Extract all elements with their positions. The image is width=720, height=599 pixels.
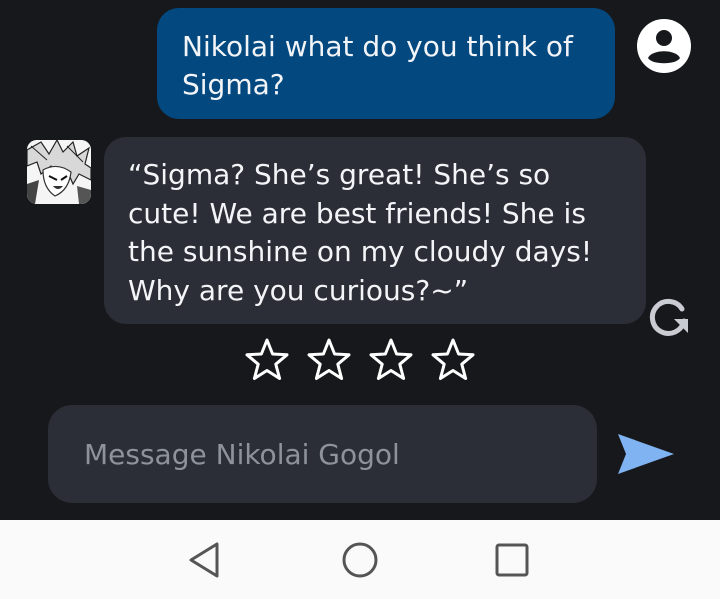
user-message-text: Nikolai what do you think of Sigma? — [182, 30, 573, 101]
star-2-icon[interactable] — [306, 337, 352, 383]
system-navigation-bar — [0, 520, 720, 599]
message-composer — [48, 405, 597, 503]
message-input[interactable] — [48, 405, 597, 503]
bot-avatar[interactable] — [27, 140, 91, 204]
home-circle-icon[interactable] — [338, 538, 382, 582]
star-1-icon[interactable] — [244, 337, 290, 383]
back-triangle-icon[interactable] — [183, 538, 227, 582]
regenerate-icon[interactable] — [644, 293, 692, 341]
chat-area: Nikolai what do you think of Sigma? “Sig… — [0, 0, 720, 520]
character-portrait-icon — [27, 140, 91, 204]
rating-stars — [244, 337, 476, 385]
user-message-bubble: Nikolai what do you think of Sigma? — [157, 8, 615, 119]
bot-message-text: “Sigma? She’s great! She’s so cute! We a… — [128, 158, 593, 307]
bot-message-bubble: “Sigma? She’s great! She’s so cute! We a… — [104, 137, 646, 324]
send-icon[interactable] — [616, 430, 676, 478]
star-3-icon[interactable] — [368, 337, 414, 383]
account-circle-icon[interactable] — [637, 19, 691, 73]
star-4-icon[interactable] — [430, 337, 476, 383]
recents-square-icon[interactable] — [490, 538, 534, 582]
